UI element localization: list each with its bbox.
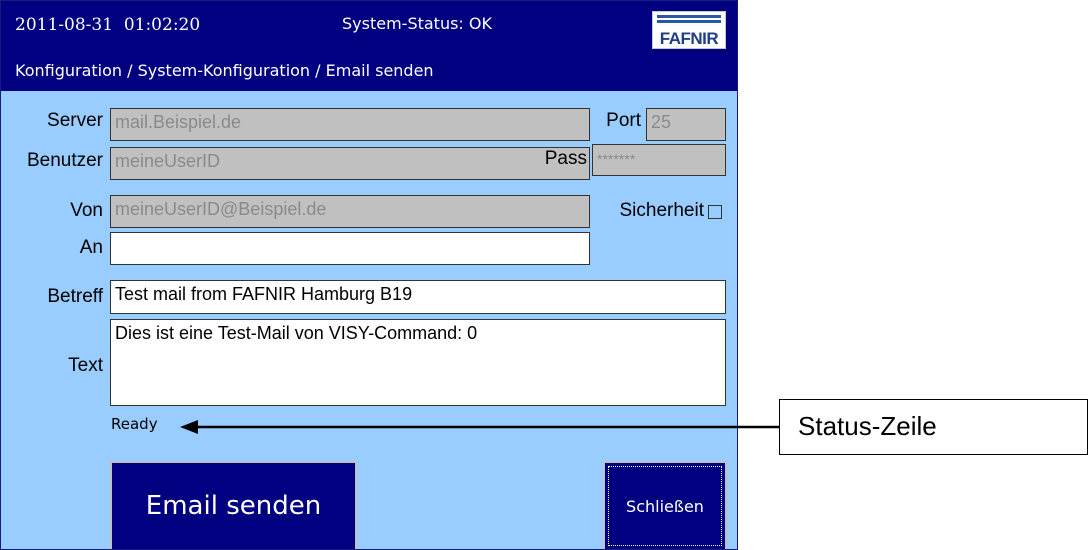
arrow-head (180, 420, 198, 434)
status-zeile-callout: Status-Zeile (779, 399, 1088, 455)
annotation-arrow (180, 420, 779, 434)
